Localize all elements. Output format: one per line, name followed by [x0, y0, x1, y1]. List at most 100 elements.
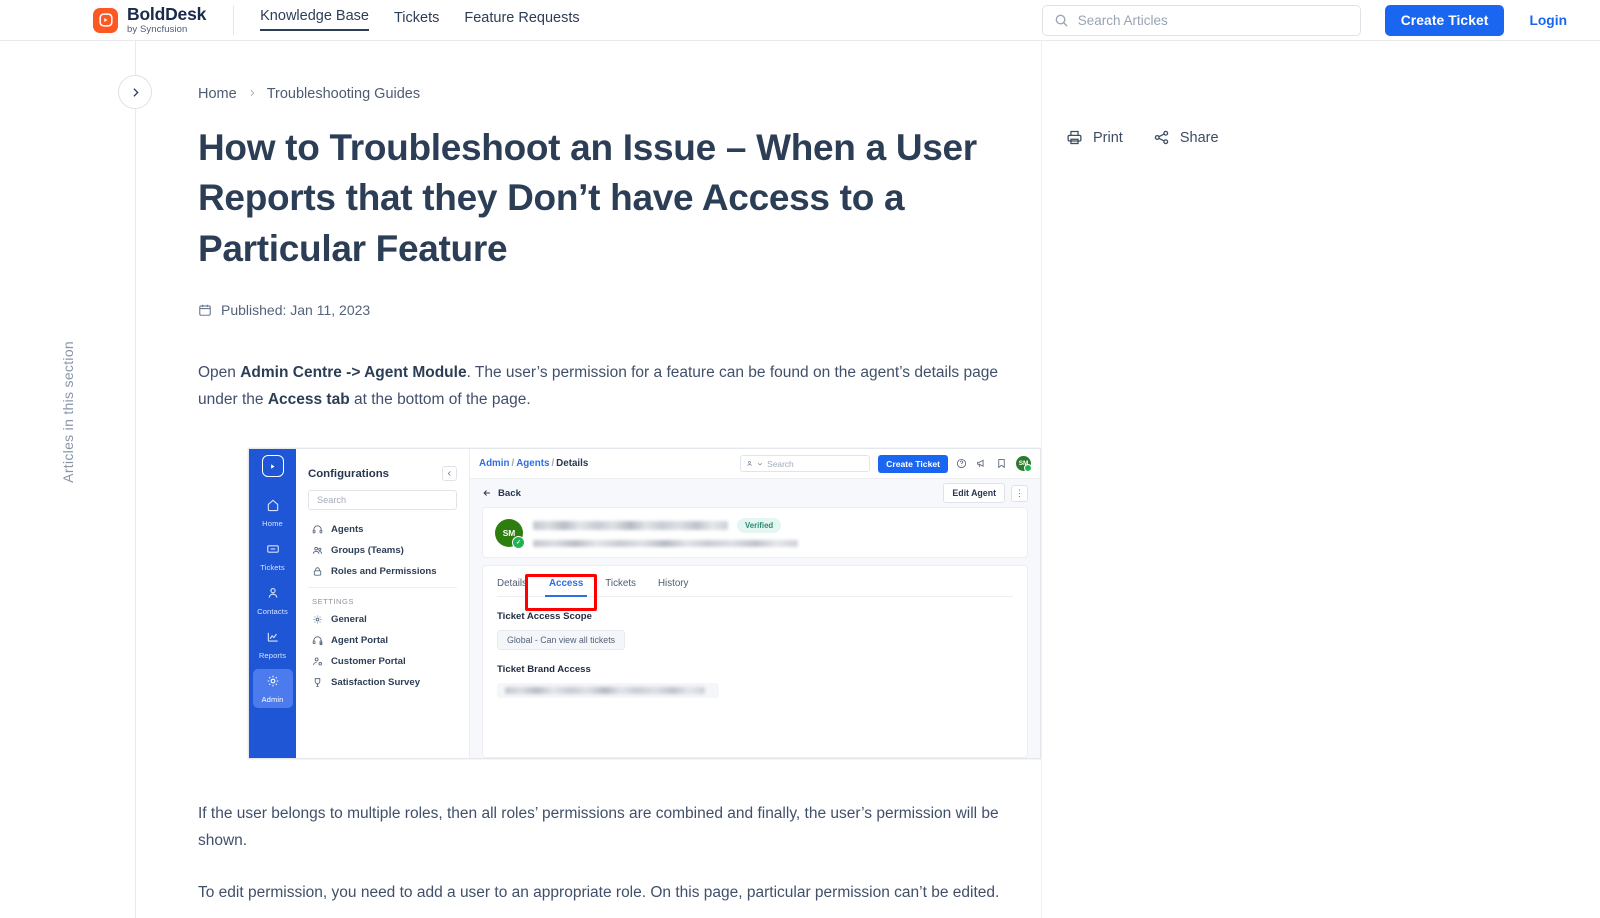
ticket-access-scope-label: Ticket Access Scope	[497, 611, 592, 623]
embedded-sidebar: Home Tickets Contacts Reports Admin	[249, 449, 296, 759]
embedded-create-ticket-button[interactable]: Create Ticket	[878, 454, 948, 473]
share-button[interactable]: Share	[1153, 129, 1219, 146]
config-item-agents[interactable]: Agents	[308, 519, 457, 540]
boldesk-mark-icon	[261, 455, 284, 478]
ticket-access-scope-value: Global - Can view all tickets	[497, 630, 626, 651]
gear-icon	[312, 614, 323, 625]
help-icon[interactable]	[956, 458, 968, 470]
config-item-roles[interactable]: Roles and Permissions	[308, 561, 457, 582]
back-label: Back	[498, 487, 521, 499]
embedded-crumb-details: Details	[556, 458, 589, 470]
tab-details[interactable]: Details	[497, 578, 527, 596]
breadcrumb-home[interactable]: Home	[198, 86, 237, 102]
config-item-satisfaction-survey[interactable]: Satisfaction Survey	[308, 672, 457, 693]
breadcrumb-separator-icon	[248, 87, 256, 102]
expand-articles-button[interactable]	[118, 75, 152, 109]
login-link[interactable]: Login	[1529, 13, 1567, 28]
gear-icon	[267, 676, 278, 687]
collapse-panel-button[interactable]	[442, 466, 457, 482]
lock-icon	[312, 566, 323, 577]
config-item-groups[interactable]: Groups (Teams)	[308, 540, 457, 561]
arrow-left-icon	[483, 490, 490, 497]
sidebar-item-admin[interactable]: Admin	[252, 669, 293, 709]
page-title: How to Troubleshoot an Issue – When a Us…	[198, 127, 977, 269]
sidebar-item-tickets[interactable]: Tickets	[253, 537, 293, 576]
share-icon	[1153, 129, 1170, 146]
sidebar-item-home[interactable]: Home	[253, 493, 293, 532]
sidebar-label-admin: Admin	[261, 695, 284, 705]
tab-tickets[interactable]: Tickets	[605, 578, 636, 596]
chevron-left-icon	[447, 471, 451, 477]
main-nav: Knowledge Base Tickets Feature Requests	[260, 0, 580, 41]
config-label-agents: Agents	[331, 524, 364, 536]
logo-text: BoldDesk by Syncfusion	[127, 5, 206, 35]
sidebar-item-contacts[interactable]: Contacts	[253, 581, 293, 620]
ticket-brand-access-redacted	[497, 683, 719, 699]
config-item-agent-portal[interactable]: Agent Portal	[308, 630, 457, 651]
config-label-satisfaction-survey: Satisfaction Survey	[331, 677, 421, 689]
sidebar-label-contacts: Contacts	[257, 607, 288, 617]
agent-tabs: Details Access Tickets History	[497, 566, 1013, 598]
left-rail: Articles in this section	[0, 41, 152, 918]
nav-feature-requests[interactable]: Feature Requests	[464, 11, 579, 30]
announcement-icon[interactable]	[976, 458, 988, 470]
avatar[interactable]: SM	[1016, 456, 1032, 473]
config-label-customer-portal: Customer Portal	[331, 656, 406, 668]
published-date: Published: Jan 11, 2023	[198, 302, 1041, 318]
tab-access[interactable]: Access	[544, 578, 588, 598]
embedded-crumb-agents[interactable]: Agents	[516, 458, 549, 469]
embedded-search-placeholder: Search	[767, 458, 794, 469]
search-box[interactable]	[1041, 4, 1361, 36]
home-icon	[267, 499, 278, 512]
configurations-divider	[308, 587, 457, 589]
headset-gear-icon	[312, 635, 323, 646]
header-divider	[233, 5, 235, 35]
para1-seg3: at the bottom of the page.	[349, 390, 531, 408]
nav-tickets[interactable]: Tickets	[394, 11, 439, 30]
person-gear-icon	[312, 656, 323, 667]
embedded-crumb-sep2: /	[551, 458, 555, 470]
tab-history[interactable]: History	[658, 578, 688, 596]
group-icon	[312, 545, 323, 556]
para1-bold2: Access tab	[267, 390, 350, 408]
site-header: BoldDesk by Syncfusion Knowledge Base Ti…	[0, 0, 1600, 41]
award-icon	[312, 677, 323, 688]
embedded-screenshot: Home Tickets Contacts Reports Admin Conf…	[248, 448, 1041, 760]
edit-agent-button[interactable]: Edit Agent	[943, 483, 1005, 504]
kebab-menu-icon[interactable]: ⋮	[1011, 484, 1028, 502]
config-label-agent-portal: Agent Portal	[331, 635, 389, 647]
agent-name-row: Verified	[533, 518, 1015, 534]
create-ticket-button[interactable]: Create Ticket	[1384, 4, 1505, 36]
page-body: Articles in this section Home Troublesho…	[0, 41, 1600, 918]
config-item-customer-portal[interactable]: Customer Portal	[308, 651, 457, 672]
agent-name-redacted	[533, 521, 728, 531]
search-input[interactable]	[1077, 12, 1349, 28]
print-label: Print	[1093, 129, 1123, 146]
embedded-actions-row: Back Edit Agent ⋮	[470, 479, 1040, 507]
embedded-search-input[interactable]: Search	[740, 455, 871, 473]
configurations-search-input[interactable]: Search	[308, 490, 457, 511]
ticket-brand-access-label: Ticket Brand Access	[497, 664, 591, 676]
print-button[interactable]: Print	[1066, 129, 1123, 146]
nav-knowledge-base[interactable]: Knowledge Base	[260, 9, 369, 32]
bookmark-icon[interactable]	[996, 458, 1008, 470]
logo[interactable]: BoldDesk by Syncfusion	[93, 5, 206, 35]
embedded-topbar-right: Search Create Ticket SM	[740, 454, 1032, 473]
config-label-roles: Roles and Permissions	[331, 566, 437, 578]
chart-icon	[267, 633, 278, 642]
sidebar-label-reports: Reports	[258, 651, 287, 661]
configurations-title: Configurations	[308, 467, 389, 480]
breadcrumb-current[interactable]: Troubleshooting Guides	[267, 86, 420, 102]
back-button[interactable]: Back	[482, 488, 521, 499]
logo-tagline: by Syncfusion	[127, 23, 188, 35]
page-actions: Print Share	[1066, 129, 1600, 146]
config-item-general[interactable]: General	[308, 609, 457, 630]
published-text: Published: Jan 11, 2023	[221, 301, 371, 318]
agent-profile-card: SM Verified	[482, 507, 1028, 559]
embedded-main: Admin / Agents / Details Search Create Ticke…	[470, 449, 1040, 759]
sidebar-item-reports[interactable]: Reports	[253, 625, 293, 664]
person-dropdown-icon	[747, 461, 752, 467]
embedded-crumb-admin[interactable]: Admin	[479, 458, 509, 469]
configurations-header: Configurations	[308, 449, 457, 490]
configurations-panel: Configurations Search Agents Groups (Tea…	[296, 449, 470, 759]
